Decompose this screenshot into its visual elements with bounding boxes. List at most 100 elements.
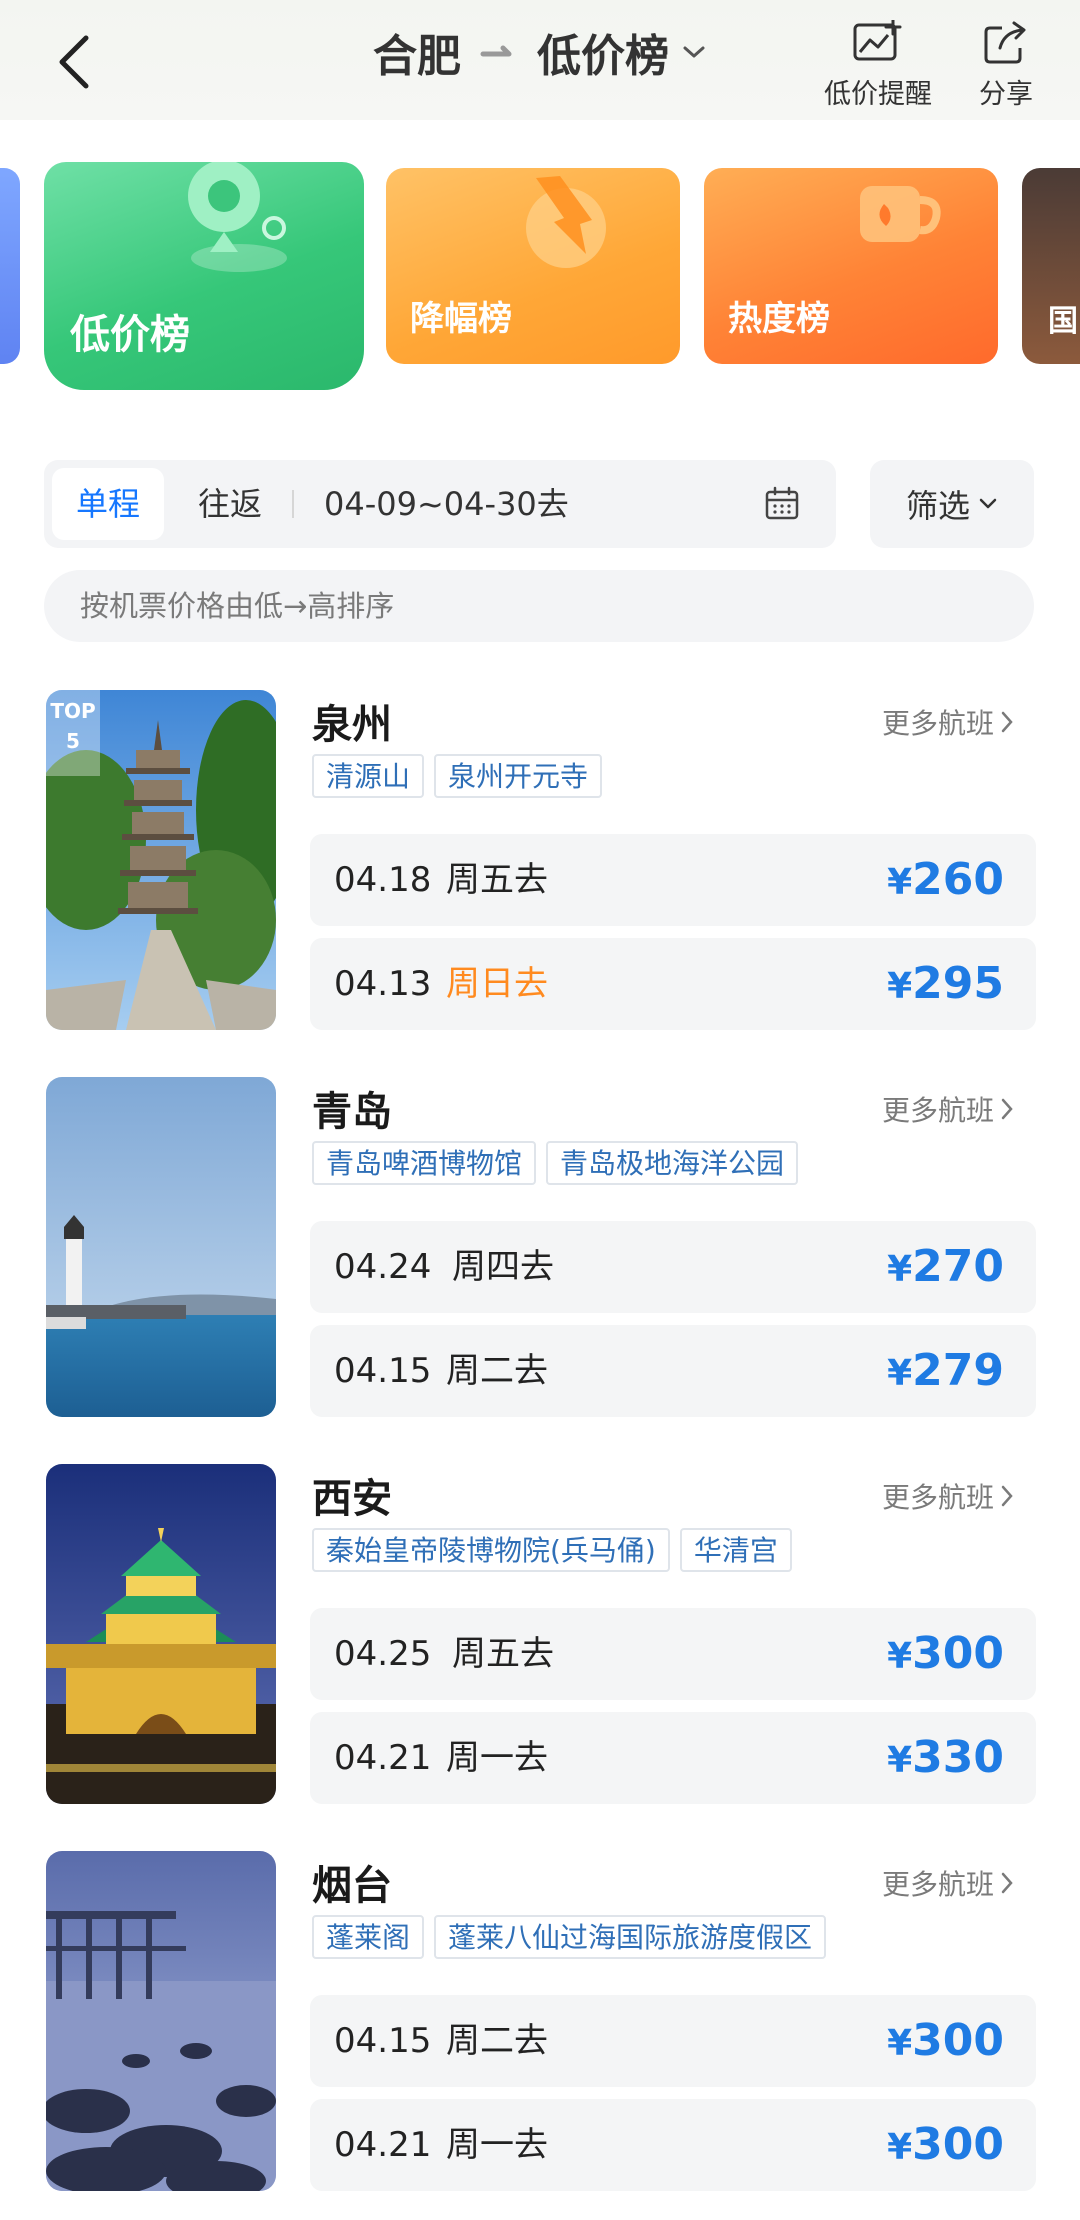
flight-weekday: 周二去 xyxy=(446,1351,548,1391)
origin-city: 合肥 xyxy=(373,31,461,82)
attraction-tag[interactable]: 清源山 xyxy=(312,754,425,798)
flight-option[interactable]: 04.15 周二去 ¥300 xyxy=(310,1995,1036,2087)
more-flights-link[interactable]: 更多航班 xyxy=(882,702,1014,742)
price-value: 295 xyxy=(912,958,1004,1009)
flight-weekday: 周五去 xyxy=(446,860,548,900)
chevron-down-icon xyxy=(979,498,997,509)
destination-card[interactable]: 烟台 更多航班 蓬莱阁 蓬莱八仙过海国际旅游度假区 04.15 周二去 ¥300… xyxy=(0,1851,1080,2197)
price-value: 279 xyxy=(912,1345,1004,1396)
date-range[interactable]: 04-09~04-30去 xyxy=(324,460,569,548)
flight-price: ¥300 xyxy=(887,1608,1004,1703)
chevron-right-icon xyxy=(1001,711,1013,733)
trip-type-date-bar: 单程 往返 04-09~04-30去 xyxy=(44,460,836,548)
attraction-tag[interactable]: 秦始皇帝陵博物院(兵马俑) xyxy=(312,1528,670,1572)
more-flights-link[interactable]: 更多航班 xyxy=(882,1089,1014,1129)
attraction-tag[interactable]: 泉州开元寺 xyxy=(434,754,603,798)
currency-symbol: ¥ xyxy=(887,2023,913,2064)
flight-option[interactable]: 04.13 周日去 ¥295 xyxy=(310,938,1036,1030)
price-drop-icon xyxy=(526,176,606,268)
price-value: 300 xyxy=(912,2015,1004,2066)
share-button[interactable]: 分享 xyxy=(970,20,1042,120)
destination-photo: TOP 5 xyxy=(46,690,276,1030)
more-flights-label: 更多航班 xyxy=(882,1094,995,1127)
price-alert-button[interactable]: 低价提醒 xyxy=(816,20,940,120)
rank-card-popularity[interactable]: 热度榜 xyxy=(704,168,998,364)
destination-card[interactable]: TOP 5 泉州 更多航班 清源山 泉州开元寺 04.18 周五去 ¥260 0… xyxy=(0,690,1080,1036)
flight-price: ¥270 xyxy=(887,1221,1004,1316)
flight-option[interactable]: 04.15 周二去 ¥279 xyxy=(310,1325,1036,1417)
chevron-right-icon xyxy=(1001,1098,1013,1120)
rank-label-next: 国 xyxy=(1048,304,1078,339)
currency-symbol: ¥ xyxy=(887,1249,913,1290)
flight-option[interactable]: 04.25 周五去 ¥300 xyxy=(310,1608,1036,1700)
filter-label: 筛选 xyxy=(905,487,970,525)
hot-cup-icon xyxy=(860,186,941,242)
rank-label-low-price: 低价榜 xyxy=(70,312,190,358)
destination-photo xyxy=(46,1851,276,2191)
flight-weekday: 周四去 xyxy=(452,1247,554,1287)
currency-symbol: ¥ xyxy=(887,1636,913,1677)
chevron-down-icon xyxy=(683,46,705,58)
rank-card-next[interactable]: 国 xyxy=(1022,168,1080,364)
tab-round-trip[interactable]: 往返 xyxy=(184,468,276,540)
destination-name: 西安 xyxy=(312,1476,392,1522)
flight-date: 04.21 xyxy=(334,1738,432,1778)
rank-label-price-drop: 降幅榜 xyxy=(410,299,512,339)
rank-card-previous[interactable] xyxy=(0,168,20,364)
filter-button[interactable]: 筛选 xyxy=(870,460,1034,548)
flight-date: 04.18 xyxy=(334,860,432,900)
price-alert-icon xyxy=(853,20,902,61)
attraction-tags: 青岛啤酒博物馆 青岛极地海洋公园 xyxy=(312,1141,799,1185)
top-badge-number: 5 xyxy=(66,729,80,753)
currency-symbol: ¥ xyxy=(887,1353,913,1394)
calendar-icon[interactable] xyxy=(764,486,800,522)
price-value: 300 xyxy=(912,1628,1004,1679)
flight-option[interactable]: 04.21 周一去 ¥300 xyxy=(310,2099,1036,2191)
currency-symbol: ¥ xyxy=(887,862,913,903)
more-flights-link[interactable]: 更多航班 xyxy=(882,1863,1014,1903)
more-flights-label: 更多航班 xyxy=(882,1481,995,1514)
top-nav-bar: 合肥 低价榜 低价提醒 分享 xyxy=(0,0,1080,120)
sort-hint: 按机票价格由低→高排序 xyxy=(44,570,1034,642)
attraction-tags: 秦始皇帝陵博物院(兵马俑) 华清宫 xyxy=(312,1528,792,1572)
tab-one-way[interactable]: 单程 xyxy=(52,468,164,540)
attraction-tag[interactable]: 青岛极地海洋公园 xyxy=(546,1141,799,1185)
route-arrow-icon xyxy=(480,45,512,57)
price-value: 330 xyxy=(912,1732,1004,1783)
flight-weekday: 周二去 xyxy=(446,2021,548,2061)
destination-card[interactable]: 西安 更多航班 秦始皇帝陵博物院(兵马俑) 华清宫 04.25 周五去 ¥300… xyxy=(0,1464,1080,1810)
flight-weekday: 周五去 xyxy=(452,1634,554,1674)
flight-date: 04.25 xyxy=(334,1634,432,1674)
flight-date: 04.15 xyxy=(334,2021,432,2061)
flight-date: 04.13 xyxy=(334,964,432,1004)
ranking-carousel: 低价榜 降幅榜 热度榜 国 xyxy=(0,140,1080,400)
rank-card-low-price[interactable]: 低价榜 xyxy=(44,162,364,390)
top-rank-badge: TOP 5 xyxy=(46,690,100,776)
flight-option[interactable]: 04.24 周四去 ¥270 xyxy=(310,1221,1036,1313)
chevron-right-icon xyxy=(1001,1872,1013,1894)
flight-option[interactable]: 04.18 周五去 ¥260 xyxy=(310,834,1036,926)
flight-option[interactable]: 04.21 周一去 ¥330 xyxy=(310,1712,1036,1804)
attraction-tag[interactable]: 蓬莱阁 xyxy=(312,1915,425,1959)
attraction-tags: 蓬莱阁 蓬莱八仙过海国际旅游度假区 xyxy=(312,1915,827,1959)
attraction-tag[interactable]: 青岛啤酒博物馆 xyxy=(312,1141,537,1185)
more-flights-link[interactable]: 更多航班 xyxy=(882,1476,1014,1516)
destination-photo xyxy=(46,1077,276,1417)
price-alert-label: 低价提醒 xyxy=(824,79,932,110)
attraction-tag[interactable]: 蓬莱八仙过海国际旅游度假区 xyxy=(434,1915,827,1959)
destination-name: 青岛 xyxy=(312,1089,392,1135)
more-flights-label: 更多航班 xyxy=(882,707,995,740)
chevron-right-icon xyxy=(1001,1485,1013,1507)
divider xyxy=(292,490,294,518)
flight-weekday: 周一去 xyxy=(446,1738,548,1778)
page-title: 低价榜 xyxy=(537,31,669,82)
rank-card-price-drop[interactable]: 降幅榜 xyxy=(386,168,680,364)
rocky-coast-photo-illustration xyxy=(46,1851,276,2191)
price-value: 270 xyxy=(912,1241,1004,1292)
attraction-tag[interactable]: 华清宫 xyxy=(679,1528,792,1572)
share-label: 分享 xyxy=(979,79,1033,110)
destination-photo xyxy=(46,1464,276,1804)
currency-symbol: ¥ xyxy=(887,1740,913,1781)
lighthouse-photo-illustration xyxy=(46,1077,276,1417)
destination-card[interactable]: 青岛 更多航班 青岛啤酒博物馆 青岛极地海洋公园 04.24 周四去 ¥270 … xyxy=(0,1077,1080,1423)
